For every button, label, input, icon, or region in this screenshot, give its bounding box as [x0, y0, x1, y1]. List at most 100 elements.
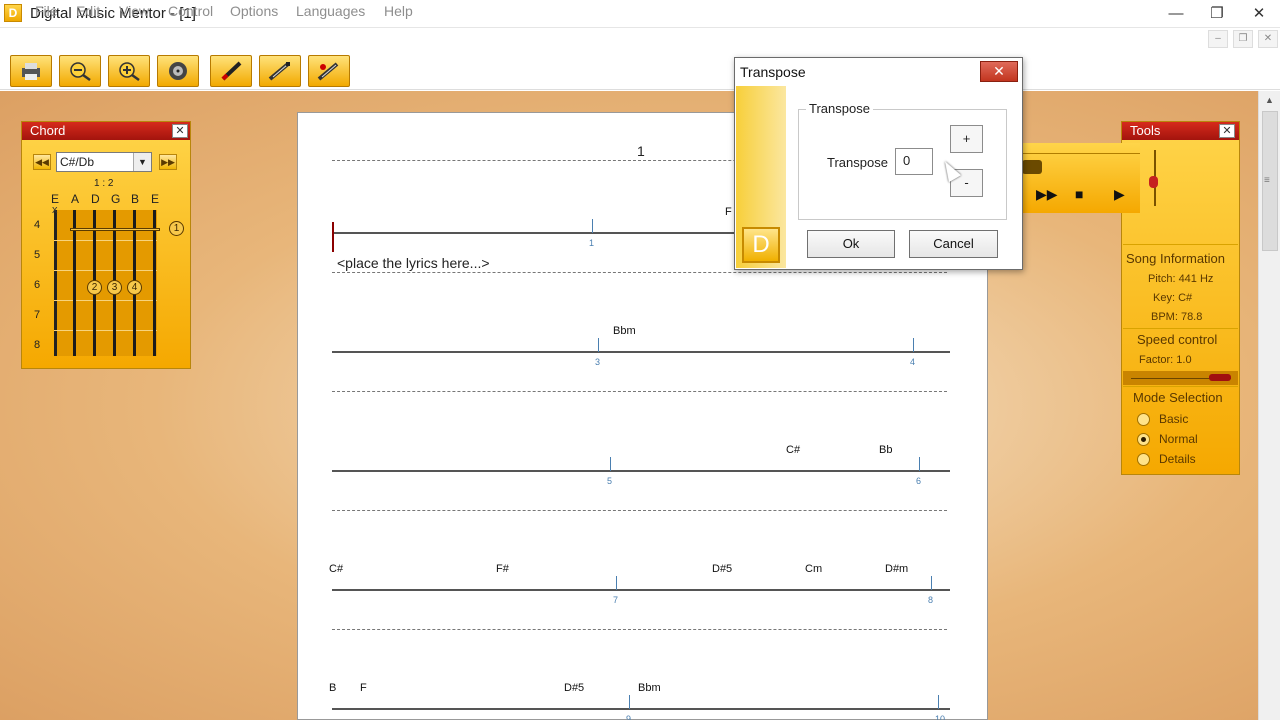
ok-button[interactable]: Ok [807, 230, 895, 258]
chord-panel-close-icon[interactable]: ✕ [172, 124, 188, 138]
mode-radio-details[interactable] [1137, 453, 1150, 466]
guitar-icon [268, 62, 290, 81]
app-icon: D [4, 4, 22, 22]
lyrics-placeholder[interactable]: <place the lyrics here...> [337, 255, 490, 271]
lyrics-separator [332, 510, 947, 511]
disc-button[interactable] [157, 55, 199, 87]
chord-label[interactable]: B [329, 682, 336, 694]
scroll-up-icon[interactable]: ▲ [1265, 95, 1274, 105]
song-info-heading: Song Information [1126, 251, 1226, 266]
minimize-button[interactable]: — [1153, 0, 1199, 28]
chord-label[interactable]: F [360, 682, 367, 694]
position-slider-thumb[interactable] [1022, 160, 1042, 174]
chord-label[interactable]: C# [329, 563, 343, 575]
cancel-button[interactable]: Cancel [909, 230, 998, 258]
bar-number: 9 [626, 714, 632, 720]
prev-chord-icon[interactable]: ◀◀ [33, 154, 51, 170]
mdi-minimize-button[interactable]: – [1208, 30, 1228, 48]
fret-line [54, 240, 157, 241]
fret-number: 4 [34, 219, 41, 231]
staff-line[interactable] [332, 589, 950, 591]
divider [1123, 386, 1238, 387]
mode-label-normal[interactable]: Normal [1159, 432, 1198, 446]
chord-label[interactable]: F# [496, 563, 509, 575]
menu-control[interactable]: Control [168, 3, 213, 19]
chord-label[interactable]: D#m [885, 563, 908, 575]
fretboard [54, 210, 157, 356]
volume-slider-thumb[interactable] [1149, 176, 1158, 188]
staff-line[interactable] [332, 351, 950, 353]
chord-panel-title: Chord [30, 123, 66, 138]
fret-number: 5 [34, 249, 41, 261]
chord-label[interactable]: D#5 [564, 682, 584, 694]
key-value: Key: C# [1153, 292, 1193, 304]
chevron-down-icon[interactable]: ▼ [133, 153, 151, 171]
menu-view[interactable]: View [119, 3, 149, 19]
mode-radio-normal[interactable] [1137, 433, 1150, 446]
groupbox-title: Transpose [806, 101, 873, 116]
play-icon[interactable]: ▶ [1114, 186, 1125, 203]
menu-file[interactable]: File [35, 3, 58, 19]
fret-number: 6 [34, 279, 41, 291]
app-logo: D [742, 227, 780, 263]
bar-marker [938, 695, 939, 709]
guitar-play-button[interactable] [308, 55, 350, 87]
chord-label[interactable]: C# [786, 444, 800, 456]
menu-languages[interactable]: Languages [296, 3, 365, 19]
finger-marker: 4 [127, 280, 142, 295]
zoom-in-button[interactable] [108, 55, 150, 87]
string-name: E [151, 192, 160, 206]
mdi-close-button[interactable]: ✕ [1258, 30, 1278, 48]
staff-line[interactable] [332, 708, 950, 710]
speed-slider-thumb[interactable] [1209, 374, 1231, 381]
bar-number: 7 [613, 595, 619, 605]
bpm-value: BPM: 78.8 [1151, 311, 1203, 323]
guitar-button[interactable] [259, 55, 301, 87]
menu-help[interactable]: Help [384, 3, 413, 19]
mode-selection-heading: Mode Selection [1133, 390, 1223, 405]
position-slider-track[interactable] [1022, 153, 1140, 154]
chord-select[interactable]: C#/Db ▼ [56, 152, 152, 172]
bar-marker [610, 457, 611, 471]
vertical-scrollbar[interactable]: ▲ ≡ [1258, 91, 1280, 720]
guitar-play-icon [317, 62, 339, 81]
divider [1123, 244, 1238, 245]
tools-panel-close-icon[interactable]: ✕ [1219, 124, 1235, 138]
finger-marker: 2 [87, 280, 102, 295]
dialog-close-icon[interactable]: ✕ [980, 61, 1018, 82]
transpose-input[interactable]: 0 [895, 148, 933, 175]
staff-line[interactable] [332, 470, 950, 472]
fast-forward-icon[interactable]: ▶▶ [1036, 186, 1058, 203]
stop-icon[interactable]: ■ [1075, 186, 1083, 202]
chord-label[interactable]: Cm [805, 563, 822, 575]
pen-button[interactable] [210, 55, 252, 87]
maximize-button[interactable]: ❐ [1194, 0, 1240, 28]
fret-line [54, 270, 157, 271]
bar-number: 5 [607, 476, 613, 486]
lyrics-separator [332, 272, 947, 273]
chord-label[interactable]: F [725, 206, 732, 218]
pen-icon [221, 61, 242, 81]
barre-bar [70, 228, 160, 231]
print-button[interactable] [10, 55, 52, 87]
mdi-restore-button[interactable]: ❐ [1233, 30, 1253, 48]
menu-edit[interactable]: Edit [76, 3, 100, 19]
pitch-value: Pitch: 441 Hz [1148, 273, 1214, 285]
mode-label-details[interactable]: Details [1159, 452, 1196, 466]
score-title-number: 1 [637, 143, 645, 159]
menu-bar [0, 28, 1280, 52]
chord-label[interactable]: Bbm [638, 682, 661, 694]
chord-label[interactable]: D#5 [712, 563, 732, 575]
chord-label[interactable]: Bbm [613, 325, 636, 337]
string-name: B [131, 192, 140, 206]
string-name: D [91, 192, 100, 206]
transpose-plus-button[interactable]: + [950, 125, 983, 153]
chord-label[interactable]: Bb [879, 444, 892, 456]
next-chord-icon[interactable]: ▶▶ [159, 154, 177, 170]
bar-number: 10 [935, 714, 946, 720]
mode-label-basic[interactable]: Basic [1159, 412, 1188, 426]
zoom-out-button[interactable] [59, 55, 101, 87]
close-window-button[interactable]: ✕ [1236, 0, 1280, 28]
mode-radio-basic[interactable] [1137, 413, 1150, 426]
menu-options[interactable]: Options [230, 3, 278, 19]
